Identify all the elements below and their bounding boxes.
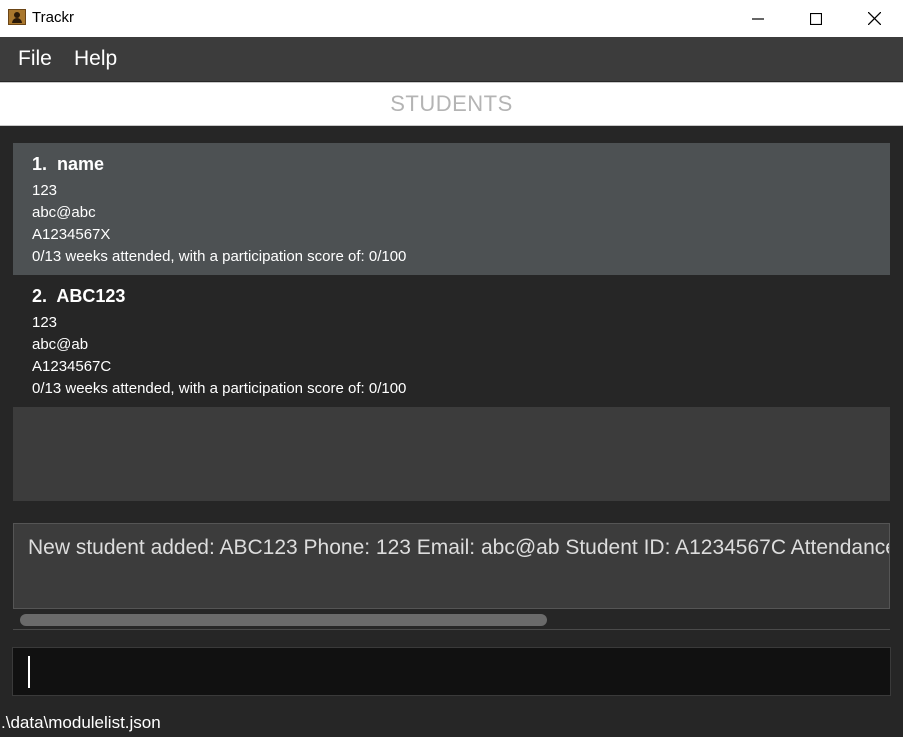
student-email: abc@ab <box>32 336 89 353</box>
student-id: A1234567X <box>32 226 111 243</box>
student-name: ABC123 <box>56 286 126 306</box>
minimize-icon <box>752 17 764 20</box>
result-horizontal-scrollbar[interactable] <box>13 610 890 630</box>
window-title: Trackr <box>32 9 74 26</box>
data-file-path: .\data\modulelist.json <box>1 713 161 732</box>
student-summary: 0/13 weeks attended, with a participatio… <box>32 380 407 397</box>
close-button[interactable] <box>845 0 903 37</box>
page-title: STUDENTS <box>390 91 513 116</box>
student-card[interactable]: 1. name 123 abc@abc A1234567X 0/13 weeks… <box>13 143 890 275</box>
student-name: name <box>57 154 105 174</box>
scrollbar-thumb[interactable] <box>20 614 547 626</box>
menu-bar: File Help <box>0 37 903 81</box>
student-card[interactable]: 2. ABC123 123 abc@ab A1234567C 0/13 week… <box>13 275 890 407</box>
student-phone: 123 <box>32 182 58 199</box>
student-index: 1. <box>32 154 48 174</box>
student-summary: 0/13 weeks attended, with a participatio… <box>32 248 407 265</box>
maximize-icon <box>810 12 822 25</box>
maximize-button[interactable] <box>787 0 845 37</box>
menu-help[interactable]: Help <box>74 47 117 71</box>
result-display[interactable]: New student added: ABC123 Phone: 123 Ema… <box>13 523 890 609</box>
status-bar: .\data\modulelist.json <box>0 713 903 737</box>
student-index: 2. <box>32 286 48 306</box>
student-list[interactable]: 1. name 123 abc@abc A1234567X 0/13 weeks… <box>13 143 890 501</box>
student-email: abc@abc <box>32 204 96 221</box>
app-icon <box>8 9 26 25</box>
close-icon <box>867 12 881 25</box>
menu-file[interactable]: File <box>18 47 52 71</box>
student-title: 2. ABC123 <box>32 286 125 307</box>
text-caret <box>28 656 30 688</box>
student-title: 1. name <box>32 154 104 175</box>
minimize-button[interactable] <box>729 0 787 37</box>
title-bar: Trackr <box>0 0 903 37</box>
student-phone: 123 <box>32 314 58 331</box>
command-input[interactable] <box>33 654 877 690</box>
student-id: A1234567C <box>32 358 112 375</box>
command-box[interactable] <box>12 647 891 696</box>
students-header: STUDENTS <box>0 82 903 126</box>
result-message: New student added: ABC123 Phone: 123 Ema… <box>28 536 890 559</box>
